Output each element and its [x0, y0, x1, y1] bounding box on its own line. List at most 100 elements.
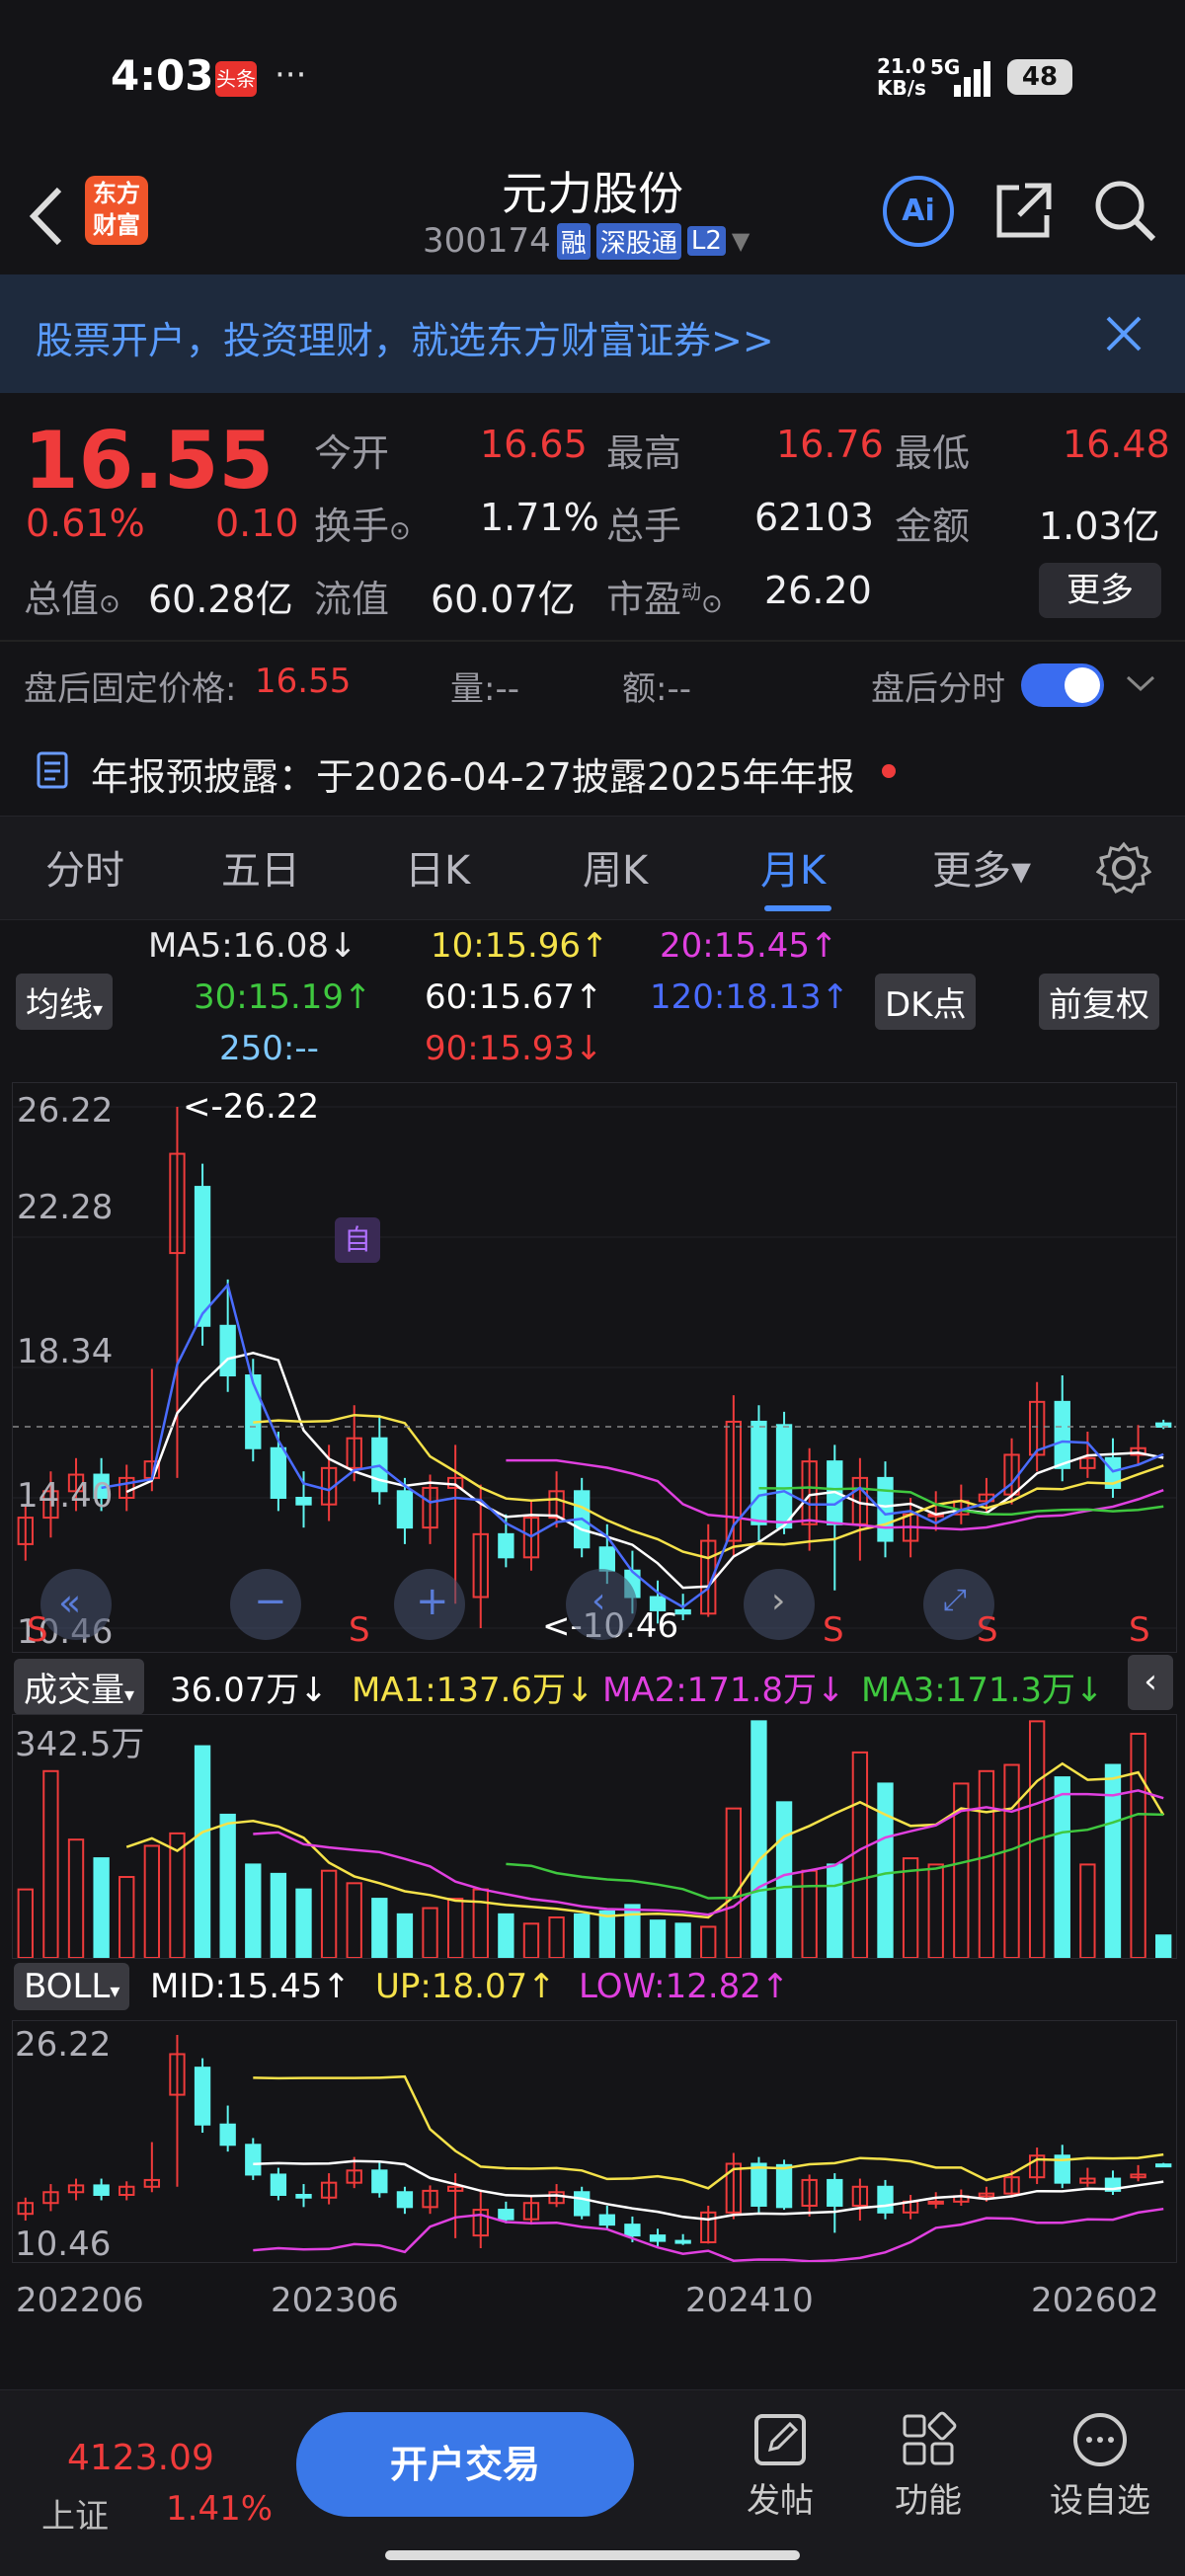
volume-bar — [725, 1807, 743, 1958]
bottom-bar: 4123.09 上证 1.41% 开户交易 发帖 功能 设自选 — [0, 2389, 1185, 2576]
pe-value: 26.20 — [764, 569, 872, 612]
low-value: 16.48 — [1063, 423, 1170, 466]
ai-assistant-icon[interactable]: Ai — [883, 176, 954, 247]
scroll-left-button[interactable]: ‹ — [566, 1569, 637, 1640]
scroll-left-fast-button[interactable]: « — [40, 1569, 112, 1640]
afterhours-amt: 额:-- — [622, 669, 692, 709]
boll-candle — [598, 2214, 615, 2226]
volume-bar — [219, 1813, 236, 1958]
kline-candle — [270, 1446, 287, 1499]
collapse-panel-button[interactable]: ‹ — [1128, 1655, 1173, 1710]
volume-bar — [1003, 1763, 1020, 1958]
kline-candle — [498, 1532, 514, 1559]
info-icon[interactable]: ⊙ — [99, 589, 120, 619]
volume-ma1: MA1:137.6万↓ — [352, 1671, 594, 1710]
index-name[interactable]: 上证 — [41, 2489, 109, 2537]
boll-candle — [775, 2163, 793, 2209]
nav-label: 设自选 — [1050, 2481, 1150, 2521]
tab-more[interactable]: 更多▾ — [932, 838, 1031, 896]
volume-bar — [902, 1857, 919, 1958]
nav-function[interactable]: 功能 — [869, 2410, 988, 2522]
boll-candle — [1155, 2163, 1172, 2168]
dropdown-icon[interactable]: ▼ — [732, 227, 750, 255]
boll-candle — [371, 2169, 388, 2194]
boll-candle — [927, 2200, 944, 2205]
tab-daily-k[interactable]: 日K — [405, 838, 470, 896]
app-badge-icon: 头条 — [215, 61, 257, 97]
net-speed: 21.0 KB/s — [877, 54, 926, 100]
annual-report-notice[interactable]: 年报预披露：于2026-04-27披露2025年年报 — [0, 731, 1185, 810]
nav-post[interactable]: 发帖 — [721, 2410, 839, 2522]
open-account-trade-button[interactable]: 开户交易 — [296, 2412, 634, 2517]
index-percent[interactable]: 1.41% — [166, 2489, 273, 2529]
settings-gear-icon[interactable] — [1096, 840, 1151, 896]
close-icon[interactable] — [1104, 314, 1144, 353]
volume-bar — [851, 1751, 869, 1958]
signal-icon — [954, 61, 990, 97]
volume-chart-area[interactable]: 342.5万 — [12, 1714, 1177, 1959]
volume-bar — [194, 1745, 211, 1958]
volume-bar — [548, 1916, 565, 1958]
share-icon[interactable] — [991, 178, 1057, 243]
nav-add-watchlist[interactable]: 设自选 — [1041, 2410, 1159, 2522]
grid-icon — [903, 2411, 957, 2465]
volume-bar — [801, 1869, 818, 1958]
ma-selector[interactable]: 均线▾ — [16, 974, 114, 1030]
float-value: 60.07亿 — [431, 578, 576, 621]
volume-indicator-selector[interactable]: 成交量▾ — [14, 1659, 145, 1715]
kline-candle — [750, 1420, 767, 1525]
promo-banner[interactable]: 股票开户，投资理财，就选东方财富证券>> — [0, 274, 1185, 393]
volume-legend: 成交量▾ 36.07万↓ MA1:137.6万↓ MA2:171.8万↓ MA3… — [0, 1653, 1185, 1715]
more-button[interactable]: 更多 — [1039, 563, 1161, 618]
afterhours-qty: 量:-- — [450, 669, 520, 709]
volume-bar — [1054, 1776, 1070, 1958]
afterhours-toggle[interactable] — [1021, 664, 1104, 707]
ma10-value: 10:15.96↑ — [431, 926, 609, 966]
kline-candle — [245, 1374, 262, 1449]
boll-chart-area[interactable]: 26.22 10.46 — [12, 2020, 1177, 2264]
sgt-tag: 深股通 — [595, 222, 681, 260]
notice-text: 年报预披露：于2026-04-27披露2025年年报 — [91, 755, 855, 799]
scroll-right-button[interactable]: › — [744, 1569, 815, 1640]
volume-bar — [750, 1720, 767, 1958]
volume-bar — [827, 1863, 843, 1958]
zoom-in-button[interactable]: + — [394, 1569, 465, 1640]
stock-code-row[interactable]: 300174 融 深股通 L2 ▼ — [423, 219, 750, 263]
info-icon[interactable]: ⊙ — [701, 589, 723, 619]
divider — [0, 640, 1185, 642]
dk-point-button[interactable]: DK点 — [875, 974, 977, 1030]
volume-bar — [498, 1912, 514, 1958]
volume-bar — [472, 1888, 489, 1958]
boll-indicator-selector[interactable]: BOLL▾ — [14, 1963, 130, 2010]
info-icon[interactable]: ⊙ — [389, 516, 411, 546]
edit-icon — [754, 2414, 806, 2465]
index-value[interactable]: 4123.09 — [67, 2438, 214, 2478]
volume-bar — [67, 1838, 85, 1958]
period-tabs: 分时 五日 日K 周K 月K 更多▾ — [0, 816, 1185, 920]
tab-intraday[interactable]: 分时 — [45, 838, 124, 896]
x-axis-label: 202206 — [16, 2281, 144, 2320]
boll-chart[interactable] — [13, 2021, 1176, 2262]
last-price: 16.55 — [24, 415, 275, 507]
kline-chart[interactable] — [13, 1083, 1176, 1652]
tab-weekly-k[interactable]: 周K — [583, 838, 648, 896]
high-value: 16.76 — [776, 423, 884, 466]
volume-chart[interactable] — [13, 1715, 1176, 1958]
tab-5day[interactable]: 五日 — [221, 838, 300, 896]
chevron-down-icon[interactable] — [1124, 671, 1157, 695]
boll-candle — [219, 2123, 236, 2147]
ma5-value: MA5:16.08↓ — [148, 926, 357, 966]
kline-chart-area[interactable]: 26.22 22.28 18.34 14.40 10.46 <-26.22 <-… — [12, 1082, 1177, 1653]
tab-monthly-k[interactable]: 月K — [760, 838, 826, 896]
amount-label: 金额 — [895, 505, 971, 548]
amount-value: 1.03亿 — [1039, 505, 1160, 548]
search-icon[interactable] — [1092, 178, 1157, 243]
boll-candle — [674, 2239, 691, 2244]
custom-marker[interactable]: 自 — [335, 1217, 380, 1263]
volume-bar — [346, 1882, 362, 1958]
zoom-out-button[interactable]: − — [230, 1569, 301, 1640]
kline-candle — [598, 1546, 615, 1572]
volume-bar — [574, 1912, 591, 1958]
boll-y-bottom: 10.46 — [15, 2225, 112, 2264]
adjust-price-button[interactable]: 前复权 — [1039, 974, 1159, 1030]
